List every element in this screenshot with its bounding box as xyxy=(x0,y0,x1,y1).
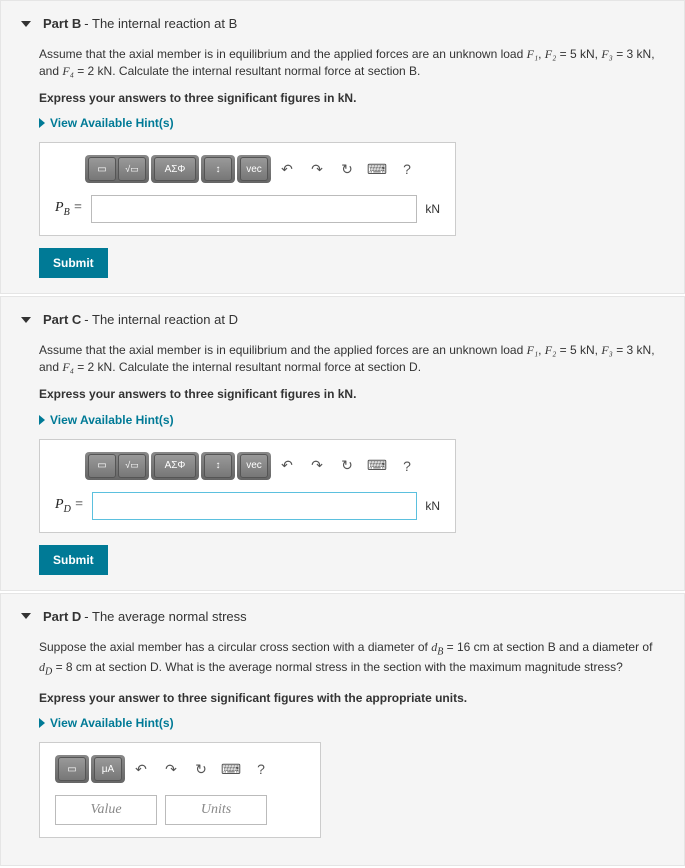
fraction-button[interactable]: √▭ xyxy=(118,157,146,181)
reset-icon[interactable]: ↻ xyxy=(335,158,359,180)
collapse-caret-icon xyxy=(21,317,31,323)
part-b-hints-toggle[interactable]: View Available Hint(s) xyxy=(39,116,664,130)
collapse-caret-icon xyxy=(21,613,31,619)
redo-icon[interactable]: ↷ xyxy=(159,758,183,780)
part-b-subtitle: - The internal reaction at B xyxy=(84,16,237,31)
part-c-unit: kN xyxy=(425,499,440,513)
part-d-subtitle: - The average normal stress xyxy=(84,609,246,624)
part-d-instruction: Express your answer to three significant… xyxy=(39,690,664,707)
reset-icon[interactable]: ↻ xyxy=(335,455,359,477)
part-b-submit-button[interactable]: Submit xyxy=(39,248,108,278)
vec-button[interactable]: vec xyxy=(240,157,268,181)
part-b-toolbar: ▭ √▭ ΑΣΦ ↕ vec ↶ ↷ ↻ ⌨ ? xyxy=(85,155,440,183)
reset-icon[interactable]: ↻ xyxy=(189,758,213,780)
part-d-header[interactable]: Part D - The average normal stress xyxy=(21,604,664,629)
collapse-caret-icon xyxy=(21,21,31,27)
part-d-hints-toggle[interactable]: View Available Hint(s) xyxy=(39,716,664,730)
template-button[interactable]: ▭ xyxy=(58,757,86,781)
hints-label: View Available Hint(s) xyxy=(50,116,174,130)
fraction-button[interactable]: √▭ xyxy=(118,454,146,478)
part-d-title: Part D xyxy=(43,609,81,624)
part-b-answer-input[interactable] xyxy=(91,195,418,223)
part-b-instruction: Express your answers to three significan… xyxy=(39,90,664,107)
part-d-container: Part D - The average normal stress Suppo… xyxy=(0,593,685,867)
part-d-answer-box: ▭ μA ↶ ↷ ↻ ⌨ ? Value Units xyxy=(39,742,321,838)
undo-icon[interactable]: ↶ xyxy=(129,758,153,780)
hints-label: View Available Hint(s) xyxy=(50,413,174,427)
part-c-answer-input[interactable] xyxy=(92,492,418,520)
hints-arrow-icon xyxy=(39,718,45,728)
keyboard-icon[interactable]: ⌨ xyxy=(365,455,389,477)
undo-icon[interactable]: ↶ xyxy=(275,158,299,180)
hints-arrow-icon xyxy=(39,118,45,128)
redo-icon[interactable]: ↷ xyxy=(305,455,329,477)
part-b-unit: kN xyxy=(425,202,440,216)
undo-icon[interactable]: ↶ xyxy=(275,455,299,477)
template-button[interactable]: ▭ xyxy=(88,157,116,181)
updown-button[interactable]: ↕ xyxy=(204,454,232,478)
keyboard-icon[interactable]: ⌨ xyxy=(219,758,243,780)
part-b-header[interactable]: Part B - The internal reaction at B xyxy=(21,11,664,36)
part-c-title: Part C xyxy=(43,312,81,327)
redo-icon[interactable]: ↷ xyxy=(305,158,329,180)
part-c-container: Part C - The internal reaction at D Assu… xyxy=(0,296,685,590)
part-c-description: Assume that the axial member is in equil… xyxy=(39,342,664,376)
part-c-instruction: Express your answers to three significan… xyxy=(39,386,664,403)
units-button[interactable]: μA xyxy=(94,757,122,781)
part-c-toolbar: ▭ √▭ ΑΣΦ ↕ vec ↶ ↷ ↻ ⌨ ? xyxy=(85,452,440,480)
help-icon[interactable]: ? xyxy=(395,455,419,477)
part-c-variable: PD = xyxy=(55,497,84,515)
hints-arrow-icon xyxy=(39,415,45,425)
part-b-answer-box: ▭ √▭ ΑΣΦ ↕ vec ↶ ↷ ↻ ⌨ ? PB = xyxy=(39,142,456,236)
vec-button[interactable]: vec xyxy=(240,454,268,478)
template-button[interactable]: ▭ xyxy=(88,454,116,478)
part-d-toolbar: ▭ μA ↶ ↷ ↻ ⌨ ? xyxy=(55,755,305,783)
hints-label: View Available Hint(s) xyxy=(50,716,174,730)
part-b-variable: PB = xyxy=(55,200,83,218)
updown-button[interactable]: ↕ xyxy=(204,157,232,181)
part-c-hints-toggle[interactable]: View Available Hint(s) xyxy=(39,413,664,427)
part-c-subtitle: - The internal reaction at D xyxy=(84,312,238,327)
help-icon[interactable]: ? xyxy=(395,158,419,180)
part-c-header[interactable]: Part C - The internal reaction at D xyxy=(21,307,664,332)
symbols-button[interactable]: ΑΣΦ xyxy=(154,454,196,478)
symbols-button[interactable]: ΑΣΦ xyxy=(154,157,196,181)
part-d-units-input[interactable]: Units xyxy=(165,795,267,825)
part-d-value-input[interactable]: Value xyxy=(55,795,157,825)
part-c-answer-box: ▭ √▭ ΑΣΦ ↕ vec ↶ ↷ ↻ ⌨ ? PD = xyxy=(39,439,456,533)
part-b-container: Part B - The internal reaction at B Assu… xyxy=(0,0,685,294)
part-b-title: Part B xyxy=(43,16,81,31)
part-b-description: Assume that the axial member is in equil… xyxy=(39,46,664,80)
keyboard-icon[interactable]: ⌨ xyxy=(365,158,389,180)
part-d-description: Suppose the axial member has a circular … xyxy=(39,639,664,680)
part-c-submit-button[interactable]: Submit xyxy=(39,545,108,575)
help-icon[interactable]: ? xyxy=(249,758,273,780)
